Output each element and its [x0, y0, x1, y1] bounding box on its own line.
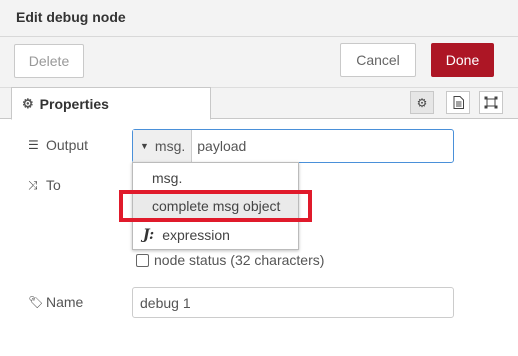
document-icon — [453, 96, 464, 109]
jsonata-icon: J: — [143, 227, 155, 243]
caret-down-icon: ▼ — [140, 141, 149, 151]
dialog-titlebar: Edit debug node — [0, 0, 518, 37]
tab-properties[interactable]: ⚙ Properties — [11, 87, 211, 120]
dropdown-item-expression[interactable]: J: expression — [133, 222, 298, 248]
frame-icon — [484, 96, 498, 109]
name-label: 🏷 Name — [28, 294, 84, 310]
done-button[interactable]: Done — [431, 43, 494, 77]
delete-button[interactable]: Delete — [14, 44, 84, 78]
output-type-select[interactable]: ▼ msg. — [133, 130, 193, 162]
cancel-button[interactable]: Cancel — [340, 43, 416, 77]
output-typed-input[interactable]: ▼ msg. payload — [132, 129, 454, 163]
shuffle-icon: ⤨ — [28, 177, 38, 192]
tab-properties-label: Properties — [39, 95, 109, 112]
output-label: ☰ Output — [28, 137, 89, 153]
settings-tab-button[interactable]: ⚙ — [410, 91, 434, 114]
dropdown-item-msg[interactable]: msg. — [133, 165, 298, 191]
highlight-box — [119, 190, 312, 222]
list-icon: ☰ — [28, 138, 39, 152]
output-value[interactable]: payload — [192, 138, 246, 154]
name-input[interactable]: debug 1 — [132, 287, 454, 318]
node-status-checkbox[interactable] — [136, 253, 149, 267]
gear-icon: ⚙ — [22, 95, 34, 111]
dialog-title: Edit debug node — [16, 9, 126, 25]
description-tab-button[interactable] — [446, 91, 470, 114]
to-label: ⤨ To — [28, 177, 61, 193]
node-status-label: node status (32 characters) — [154, 252, 325, 268]
appearance-tab-button[interactable] — [479, 91, 503, 114]
gear-icon: ⚙ — [416, 95, 428, 110]
tag-icon: 🏷 — [28, 295, 44, 309]
node-status-option[interactable]: node status (32 characters) — [136, 252, 324, 268]
